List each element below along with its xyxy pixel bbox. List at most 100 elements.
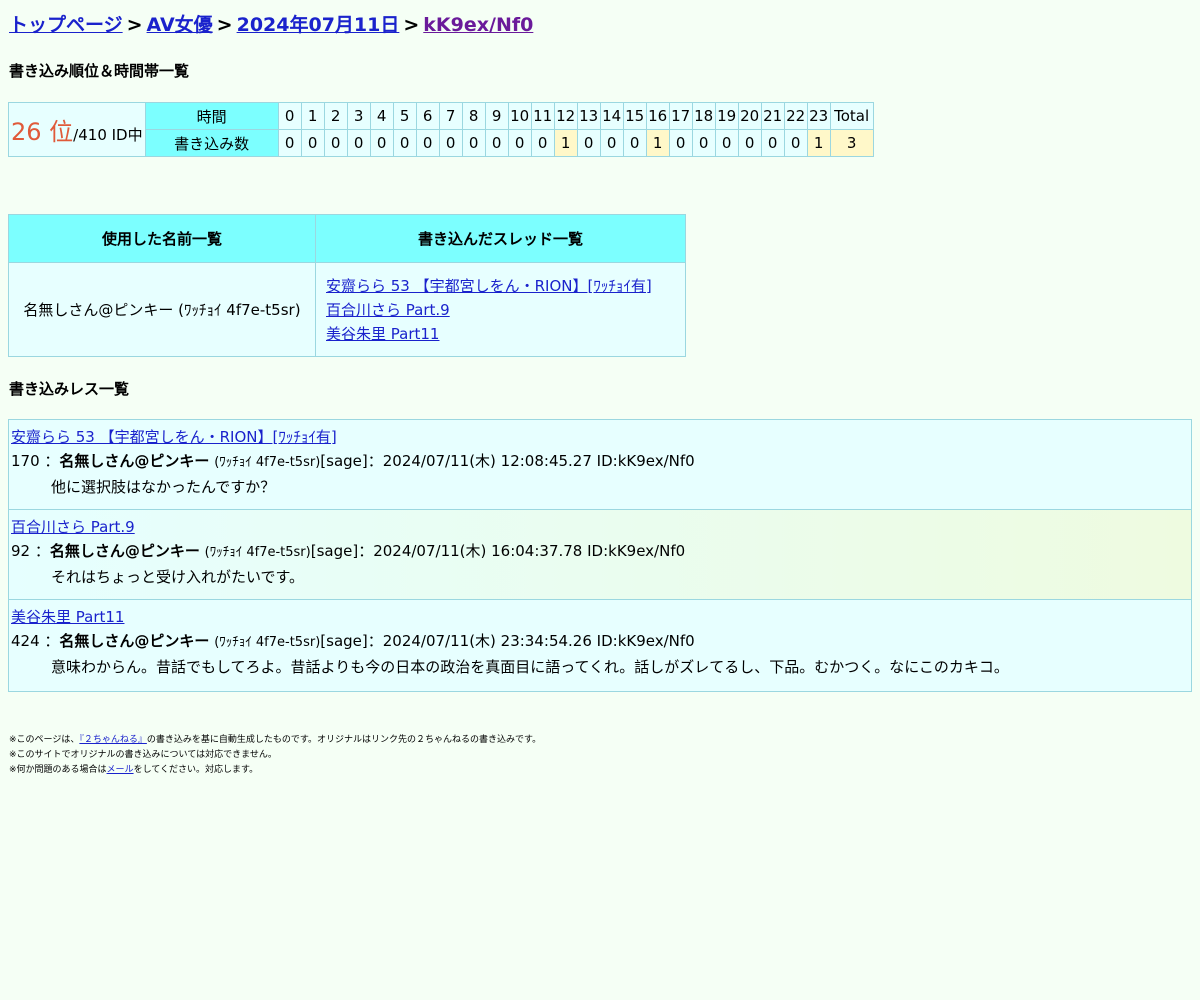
breadcrumb-separator: >: [403, 14, 420, 36]
post-meta: 424 ：名無しさん@ピンキー (ﾜｯﾁｮｲ 4f7e-t5sr)[sage]：…: [11, 632, 695, 650]
posts-heading: 書き込みレス一覧: [9, 380, 130, 398]
breadcrumb: トップページ > AV女優 >2024年07月11日 > kK9ex/Nf0: [9, 10, 533, 37]
count-cell: 0: [461, 129, 486, 157]
count-cell: 0: [691, 129, 716, 157]
post-name: 名無しさん@ピンキー: [59, 452, 210, 470]
count-cell: 0: [415, 129, 440, 157]
count-cell: 0: [783, 129, 808, 157]
count-label: 書き込み数: [144, 129, 279, 157]
total-count: 3: [829, 129, 874, 157]
hour-cell: 2: [323, 102, 348, 130]
names-cell: 名無しさん@ピンキー (ﾜｯﾁｮｲ 4f7e-t5sr): [8, 262, 316, 357]
post-meta: 92 ：名無しさん@ピンキー (ﾜｯﾁｮｲ 4f7e-t5sr)[sage]：2…: [11, 542, 685, 560]
used-name: 名無しさん@ピンキー (ﾜｯﾁｮｲ 4f7e-t5sr): [23, 301, 301, 319]
post-name: 名無しさん@ピンキー: [59, 632, 210, 650]
post-trip: (ﾜｯﾁｮｲ 4f7e-t5sr): [204, 545, 311, 560]
post-trip: (ﾜｯﾁｮｲ 4f7e-t5sr): [214, 635, 321, 650]
footer-line: ※何か問題のある場合はメールをしてください。対応します。: [9, 763, 541, 778]
hour-cell: 23: [806, 102, 831, 130]
post-body: 意味わからん。昔話でもしてろよ。昔話よりも今の日本の政治を真面目に語ってくれ。話…: [51, 658, 1009, 676]
footer-mail-link[interactable]: メール: [107, 765, 134, 775]
count-cell: 0: [576, 129, 601, 157]
post-thread-link[interactable]: 百合川さら Part.9: [11, 518, 135, 536]
hour-cell: 17: [668, 102, 693, 130]
breadcrumb-date-link[interactable]: 2024年07月11日: [237, 14, 400, 36]
count-cell: 0: [277, 129, 302, 157]
hour-cell: 16: [645, 102, 670, 130]
footer-line: ※このページは、『２ちゃんねる』の書き込みを基に自動生成したものです。オリジナル…: [9, 733, 541, 748]
count-cell: 0: [346, 129, 371, 157]
rank-cell: 26 位/410 ID中: [8, 102, 146, 157]
hour-cell: 20: [737, 102, 762, 130]
hour-cell: 1: [300, 102, 325, 130]
hourly-post-table: 26 位/410 ID中 時間 0 1 2 3 4 5 6 7 8 9 10 1…: [8, 102, 874, 157]
count-cell: 0: [369, 129, 394, 157]
post-item: 美谷朱里 Part11 424 ：名無しさん@ピンキー (ﾜｯﾁｮｲ 4f7e-…: [9, 600, 1191, 691]
post-number: 170 ：: [11, 452, 60, 470]
count-cell: 0: [438, 129, 463, 157]
post-item: 百合川さら Part.9 92 ：名無しさん@ピンキー (ﾜｯﾁｮｲ 4f7e-…: [9, 510, 1191, 600]
hour-cell: 19: [714, 102, 739, 130]
hour-cell: 11: [530, 102, 555, 130]
count-cell: 1: [645, 129, 670, 157]
footer-2ch-link[interactable]: 『２ちゃんねる』: [79, 735, 147, 745]
thread-link[interactable]: 安齋らら 53 【宇都宮しをん・RION】[ﾜｯﾁｮｲ有]: [326, 277, 652, 295]
footer-text: をしてください。対応します。: [133, 765, 259, 775]
count-cell: 0: [622, 129, 647, 157]
hour-cell: 14: [599, 102, 624, 130]
time-label: 時間: [144, 102, 279, 130]
hour-cell: 0: [277, 102, 302, 130]
hour-cell: 13: [576, 102, 601, 130]
post-item: 安齋らら 53 【宇都宮しをん・RION】[ﾜｯﾁｮｲ有] 170 ：名無しさん…: [9, 420, 1191, 510]
hour-cell: 12: [553, 102, 578, 130]
count-cell: 0: [392, 129, 417, 157]
hour-cell: 3: [346, 102, 371, 130]
threads-header: 書き込んだスレッド一覧: [315, 214, 686, 263]
names-threads-table: 使用した名前一覧 書き込んだスレッド一覧 名無しさん@ピンキー (ﾜｯﾁｮｲ 4…: [8, 214, 686, 357]
names-header: 使用した名前一覧: [8, 214, 316, 263]
hour-cell: 7: [438, 102, 463, 130]
count-cell: 0: [668, 129, 693, 157]
count-cell: 1: [553, 129, 578, 157]
hour-cell: 5: [392, 102, 417, 130]
post-thread-link[interactable]: 美谷朱里 Part11: [11, 608, 124, 626]
post-body: それはちょっと受け入れがたいです。: [51, 568, 305, 586]
count-cell: 0: [484, 129, 509, 157]
count-cell: 0: [323, 129, 348, 157]
count-cell: 0: [300, 129, 325, 157]
hour-cell: 15: [622, 102, 647, 130]
breadcrumb-top-link[interactable]: トップページ: [9, 14, 123, 36]
rank-number: 26 位: [11, 118, 74, 146]
thread-link[interactable]: 百合川さら Part.9: [326, 301, 450, 319]
hour-cell: 8: [461, 102, 486, 130]
post-body: 他に選択肢はなかったんですか？: [51, 478, 276, 496]
threads-cell: 安齋らら 53 【宇都宮しをん・RION】[ﾜｯﾁｮｲ有] 百合川さら Part…: [315, 262, 686, 357]
count-cell: 0: [714, 129, 739, 157]
breadcrumb-board-link[interactable]: AV女優: [147, 14, 213, 36]
footer-text: ※何か問題のある場合は: [9, 765, 107, 775]
hour-cell: 6: [415, 102, 440, 130]
post-date-id: [sage]：2024/07/11(木) 23:34:54.26 ID:kK9e…: [320, 632, 695, 650]
breadcrumb-separator: >: [126, 14, 143, 36]
breadcrumb-id-link[interactable]: kK9ex/Nf0: [423, 14, 533, 36]
footer-text: の書き込みを基に自動生成したものです。オリジナルはリンク先の２ちゃんねるの書き込…: [146, 735, 542, 745]
hour-cell: 21: [760, 102, 785, 130]
post-date-id: [sage]：2024/07/11(木) 12:08:45.27 ID:kK9e…: [320, 452, 695, 470]
rank-heading: 書き込み順位＆時間帯一覧: [9, 62, 190, 80]
post-meta: 170 ：名無しさん@ピンキー (ﾜｯﾁｮｲ 4f7e-t5sr)[sage]：…: [11, 452, 695, 470]
post-trip: (ﾜｯﾁｮｲ 4f7e-t5sr): [214, 455, 321, 470]
hour-cell: 4: [369, 102, 394, 130]
hour-cell: 9: [484, 102, 509, 130]
hour-cell: 10: [507, 102, 532, 130]
count-cell: 1: [806, 129, 831, 157]
post-number: 92 ：: [11, 542, 50, 560]
post-list: 安齋らら 53 【宇都宮しをん・RION】[ﾜｯﾁｮｲ有] 170 ：名無しさん…: [8, 419, 1192, 692]
thread-link[interactable]: 美谷朱里 Part11: [326, 325, 439, 343]
footer-line: ※このサイトでオリジナルの書き込みについては対応できません。: [9, 750, 277, 760]
count-cell: 0: [737, 129, 762, 157]
post-thread-link[interactable]: 安齋らら 53 【宇都宮しをん・RION】[ﾜｯﾁｮｲ有]: [11, 428, 337, 446]
rank-total: /410 ID中: [73, 126, 143, 144]
count-cell: 0: [530, 129, 555, 157]
count-cell: 0: [760, 129, 785, 157]
footer-notes: ※このページは、『２ちゃんねる』の書き込みを基に自動生成したものです。オリジナル…: [9, 733, 541, 778]
